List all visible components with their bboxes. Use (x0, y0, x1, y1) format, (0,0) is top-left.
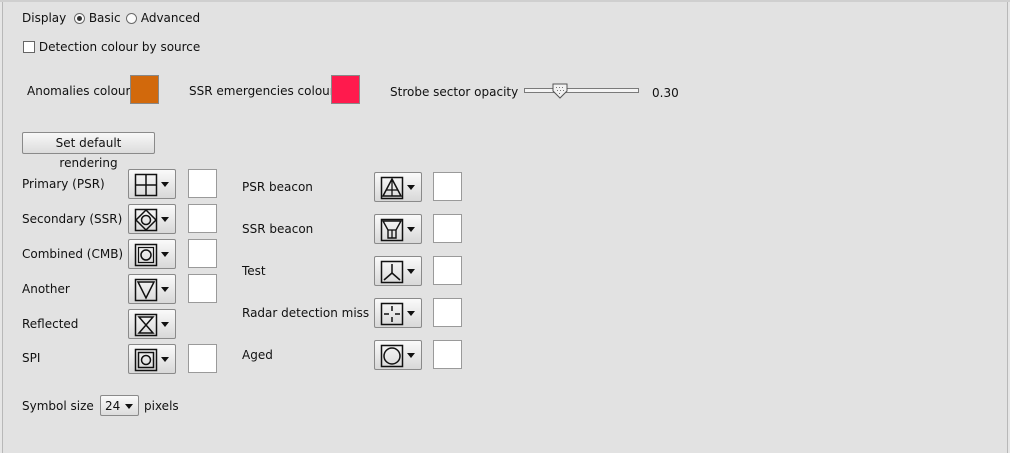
chevron-down-icon (161, 357, 169, 362)
another-symbol-dropdown[interactable] (128, 274, 176, 304)
double-square-circle-icon (134, 348, 158, 372)
detection-miss-icon (380, 302, 404, 326)
diamond-square-icon (134, 208, 158, 232)
chevron-down-icon (407, 269, 415, 274)
psr-beacon-label: PSR beacon (242, 180, 313, 194)
psr-beacon-colour[interactable] (433, 172, 462, 201)
cross-square-icon (134, 173, 158, 197)
top-divider (0, 0, 1010, 2)
secondary-ssr-label: Secondary (SSR) (22, 212, 123, 226)
secondary-ssr-colour[interactable] (188, 204, 217, 233)
symbol-size-value: 24 (105, 399, 121, 413)
chevron-down-icon (161, 182, 169, 187)
ssr-beacon-colour[interactable] (433, 214, 462, 243)
circle-icon (380, 344, 404, 368)
anomalies-colour-label: Anomalies colour (27, 84, 131, 98)
strobe-opacity-value: 0.30 (652, 86, 679, 100)
primary-psr-colour[interactable] (188, 169, 217, 198)
ssr-beacon-symbol-dropdown[interactable] (374, 214, 422, 244)
strobe-opacity-label: Strobe sector opacity (390, 85, 519, 99)
ssr-beacon-icon (380, 218, 404, 242)
secondary-ssr-symbol-dropdown[interactable] (128, 204, 176, 234)
test-colour[interactable] (433, 256, 462, 285)
strobe-opacity-slider-thumb[interactable] (552, 83, 568, 99)
triangle-down-icon (134, 278, 158, 302)
detection-colour-checkbox[interactable]: Detection colour by source (23, 40, 200, 54)
chevron-down-icon (407, 185, 415, 190)
circle-square-icon (134, 243, 158, 267)
spi-label: SPI (22, 351, 41, 365)
chevron-down-icon (161, 252, 169, 257)
symbol-size-unit: pixels (144, 399, 179, 413)
psr-beacon-symbol-dropdown[interactable] (374, 172, 422, 202)
chevron-down-icon (407, 311, 415, 316)
anomalies-colour-swatch[interactable] (130, 75, 159, 104)
chevron-down-icon (161, 217, 169, 222)
combined-cmb-symbol-dropdown[interactable] (128, 239, 176, 269)
triangle-beacon-icon (380, 176, 404, 200)
combined-cmb-label: Combined (CMB) (22, 247, 124, 261)
primary-psr-symbol-dropdown[interactable] (128, 169, 176, 199)
strobe-opacity-slider-track[interactable] (524, 88, 639, 93)
aged-label: Aged (242, 348, 273, 362)
advanced-label: Advanced (140, 11, 201, 25)
another-label: Another (22, 282, 70, 296)
reflected-label: Reflected (22, 317, 79, 331)
ssr-emergencies-colour-swatch[interactable] (331, 75, 360, 104)
ssr-emergencies-colour-label: SSR emergencies colour (189, 84, 335, 98)
test-y-icon (380, 260, 404, 284)
test-symbol-dropdown[interactable] (374, 256, 422, 286)
display-advanced-radio[interactable]: Advanced (126, 11, 200, 25)
chevron-down-icon (407, 353, 415, 358)
basic-label: Basic (88, 11, 121, 25)
chevron-down-icon (161, 287, 169, 292)
detection-colour-box[interactable] (23, 41, 35, 53)
another-colour[interactable] (188, 274, 217, 303)
hourglass-icon (134, 313, 158, 337)
symbol-size-select[interactable]: 24 (100, 395, 139, 416)
set-default-rendering-button[interactable]: Set default rendering (22, 132, 155, 170)
display-label: Display (22, 11, 67, 25)
chevron-down-icon (161, 322, 169, 327)
radar-detection-miss-label: Radar detection miss (242, 306, 370, 320)
combined-cmb-colour[interactable] (188, 239, 217, 268)
aged-symbol-dropdown[interactable] (374, 340, 422, 370)
display-basic-radio[interactable]: Basic (74, 11, 121, 25)
radar-detection-miss-symbol-dropdown[interactable] (374, 298, 422, 328)
radar-detection-miss-colour[interactable] (433, 298, 462, 327)
advanced-radio-dot[interactable] (126, 13, 137, 24)
spi-colour[interactable] (188, 344, 217, 373)
basic-radio-dot[interactable] (74, 13, 85, 24)
primary-psr-label: Primary (PSR) (22, 177, 105, 191)
aged-colour[interactable] (433, 340, 462, 369)
reflected-symbol-dropdown[interactable] (128, 309, 176, 339)
test-label: Test (242, 264, 266, 278)
ssr-beacon-label: SSR beacon (242, 222, 314, 236)
spi-symbol-dropdown[interactable] (128, 344, 176, 374)
detection-colour-label: Detection colour by source (38, 40, 201, 54)
chevron-down-icon (407, 227, 415, 232)
symbol-size-label: Symbol size (22, 399, 94, 413)
chevron-down-icon (125, 404, 133, 409)
